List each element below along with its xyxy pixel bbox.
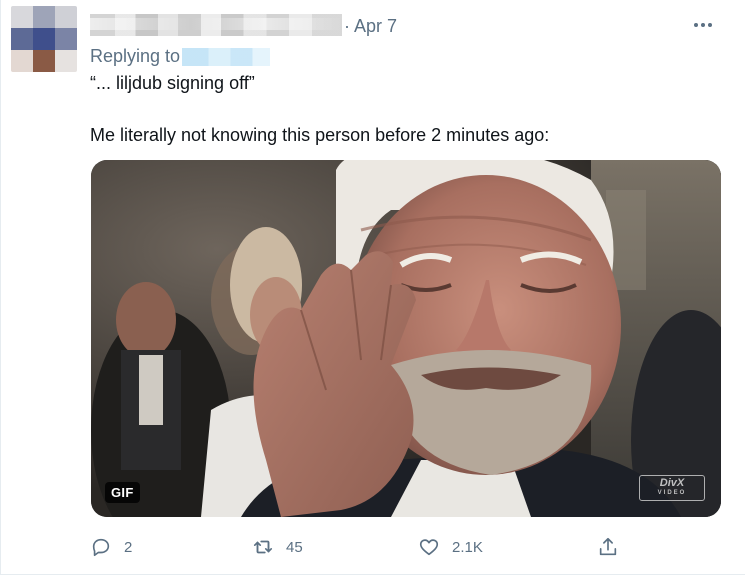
tweet[interactable]: · Apr 7 Replying to “... liljdub signing… (0, 0, 745, 575)
retweet-button[interactable]: 45 (252, 535, 303, 559)
tweet-date[interactable]: · Apr 7 (344, 16, 397, 37)
retweet-icon (253, 540, 273, 554)
divx-watermark-subtext: VIDEO (657, 490, 687, 496)
replying-to-handle-redacted[interactable] (182, 48, 271, 67)
reply-button[interactable]: 2 (90, 535, 132, 559)
retweet-count: 45 (286, 538, 303, 556)
replying-to-label: Replying to (90, 46, 181, 66)
replying-to: Replying to (90, 46, 271, 67)
reply-icon (92, 538, 110, 557)
heart-icon (419, 539, 439, 556)
author-name-redacted-overlay (90, 18, 342, 30)
reply-count: 2 (124, 538, 133, 556)
gif-frame-image (91, 160, 721, 517)
tweet-header: · Apr 7 (90, 12, 730, 38)
tweet-actions: 2 45 2.1K (90, 535, 630, 559)
gif-badge: GIF (105, 482, 140, 503)
tweet-gif-media[interactable]: GIF DivX VIDEO (91, 160, 721, 517)
divx-watermark-text: DivX (659, 477, 685, 489)
tweet-body-text: Me literally not knowing this person bef… (90, 125, 550, 145)
divx-watermark: DivX VIDEO (639, 475, 705, 501)
like-count: 2.1K (452, 538, 483, 556)
avatar[interactable] (11, 6, 77, 72)
like-button[interactable]: 2.1K (418, 535, 483, 559)
tweet-quote-line: “... liljdub signing off” (90, 73, 255, 93)
share-icon (599, 537, 617, 556)
share-button[interactable] (597, 535, 631, 559)
more-dots-icon[interactable] (690, 15, 716, 35)
